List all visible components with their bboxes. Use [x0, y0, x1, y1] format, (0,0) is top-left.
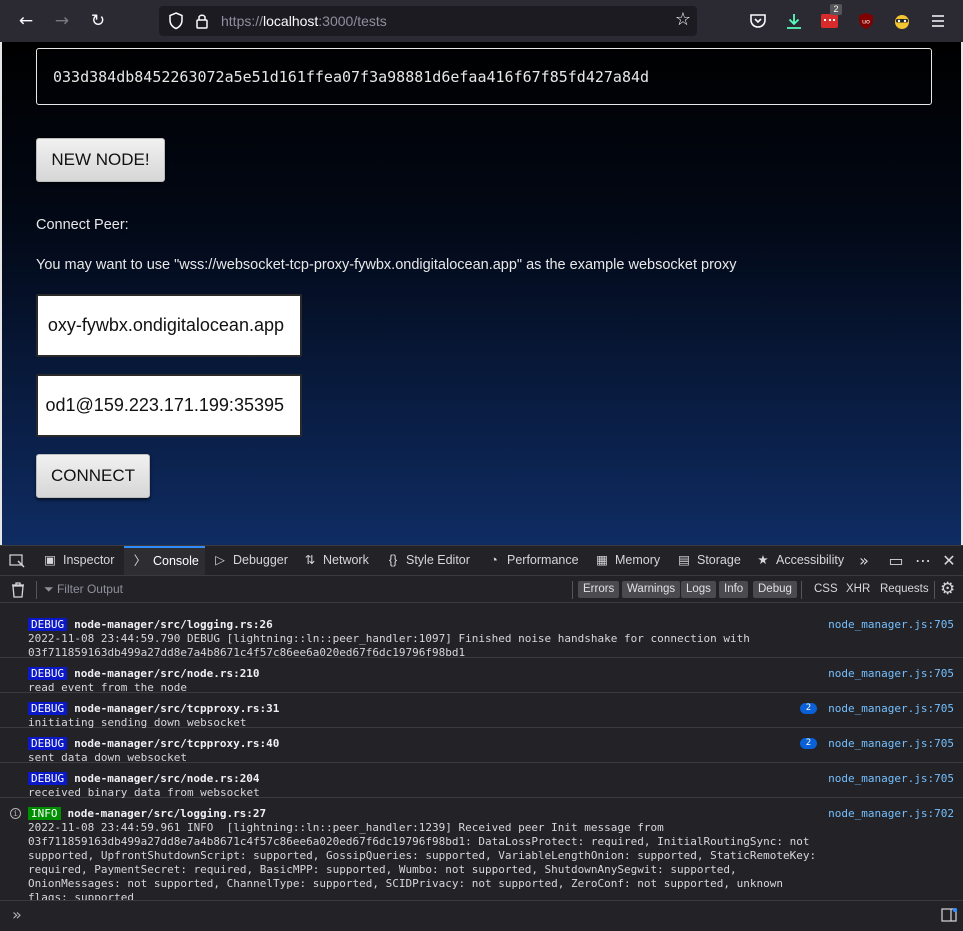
- console-message: i INFO node-manager/src/logging.rs:27 202…: [0, 798, 963, 900]
- console-message: DEBUG node-manager/src/node.rs:204 receiv…: [0, 763, 963, 799]
- proxy-url-input[interactable]: oxy-fywbx.ondigitalocean.app: [36, 294, 302, 357]
- address-bar[interactable]: https://localhost:3000/tests ☆: [159, 6, 697, 36]
- node-pubkey-display: 033d384db8452263072a5e51d161ffea07f3a988…: [36, 48, 932, 105]
- filter-placeholder: Filter Output: [56, 582, 123, 596]
- url-text: https://localhost:3000/tests: [221, 13, 387, 29]
- tab-style-editor[interactable]: {} Style Editor: [385, 546, 470, 576]
- prompt-chevron-icon: »: [12, 905, 22, 924]
- message-location-link[interactable]: node_manager.js:705: [828, 618, 954, 631]
- message-text: 2022-11-08 23:44:59.790 DEBUG [lightning…: [28, 632, 750, 659]
- svg-text:uo: uo: [862, 18, 870, 26]
- message-source: node-manager/src/logging.rs:27: [67, 807, 267, 820]
- console-icon: 〉: [133, 554, 147, 568]
- log-level-badge: DEBUG: [28, 737, 68, 750]
- options-menu-icon[interactable]: ⋯: [912, 546, 934, 576]
- page-viewport: 033d384db8452263072a5e51d161ffea07f3a988…: [0, 42, 963, 545]
- filter-xhr-toggle[interactable]: XHR: [846, 581, 870, 598]
- message-source: node-manager/src/node.rs:210: [74, 667, 260, 680]
- tab-accessibility[interactable]: ★ Accessibility: [755, 546, 844, 576]
- log-level-badge: DEBUG: [28, 772, 68, 785]
- shield-icon[interactable]: [167, 11, 185, 31]
- tab-debugger[interactable]: ▷ Debugger: [212, 546, 288, 576]
- message-source: node-manager/src/tcpproxy.rs:40: [74, 737, 280, 750]
- message-source: node-manager/src/tcpproxy.rs:31: [74, 702, 280, 715]
- repeat-count-badge: 2: [800, 703, 817, 714]
- console-filter-bar: ⏷ Filter Output Errors Warnings Logs Inf…: [0, 575, 963, 603]
- console-message: DEBUG node-manager/src/node.rs:210 read e…: [0, 658, 963, 694]
- log-level-badge: INFO: [28, 807, 61, 820]
- pick-element-icon[interactable]: [9, 554, 25, 568]
- sidebar-toggle-icon[interactable]: [941, 908, 957, 922]
- lock-icon[interactable]: [193, 11, 211, 31]
- tab-console[interactable]: 〉 Console: [124, 546, 205, 576]
- more-tabs-icon[interactable]: »: [853, 546, 875, 576]
- filter-output-input[interactable]: ⏷ Filter Output: [44, 582, 123, 597]
- peer-address-input[interactable]: od1@159.223.171.199:35395: [36, 374, 302, 437]
- storage-icon: ▤: [678, 553, 690, 567]
- message-location-link[interactable]: node_manager.js:705: [828, 772, 954, 785]
- filter-errors-toggle[interactable]: Errors: [578, 581, 620, 598]
- info-icon: i: [10, 808, 21, 819]
- download-icon[interactable]: [784, 11, 804, 31]
- console-message: DEBUG node-manager/src/logging.rs:26 2022…: [0, 609, 963, 659]
- message-location-link[interactable]: node_manager.js:702: [828, 807, 954, 820]
- filter-icon: ⏷: [44, 582, 54, 596]
- proxy-url-value: oxy-fywbx.ondigitalocean.app: [47, 315, 284, 335]
- pocket-icon[interactable]: [748, 11, 768, 31]
- console-message: DEBUG node-manager/src/tcpproxy.rs:40 sen…: [0, 728, 963, 764]
- style-editor-icon: {}: [388, 553, 398, 567]
- browser-toolbar: ← → ↻ https://localhost:3000/tests ☆ 2 u…: [0, 0, 963, 42]
- log-level-badge: DEBUG: [28, 702, 68, 715]
- ublock-icon[interactable]: uo: [856, 11, 876, 31]
- debugger-icon: ▷: [215, 553, 225, 567]
- message-text: 2022-11-08 23:44:59.961 INFO [lightning:…: [28, 821, 817, 900]
- star-icon[interactable]: ☆: [675, 9, 691, 30]
- console-message: DEBUG node-manager/src/tcpproxy.rs:31 ini…: [0, 693, 963, 729]
- tab-inspector[interactable]: ▣ Inspector: [42, 546, 114, 576]
- close-devtools-icon[interactable]: ✕: [938, 546, 960, 576]
- tab-storage[interactable]: ▤ Storage: [676, 546, 741, 576]
- privacy-icon[interactable]: [892, 11, 912, 31]
- proxy-hint-text: You may want to use "wss://websocket-tcp…: [36, 257, 737, 273]
- responsive-design-icon[interactable]: ▭: [885, 546, 907, 576]
- filter-requests-toggle[interactable]: Requests: [880, 581, 929, 598]
- new-node-button[interactable]: NEW NODE!: [36, 138, 165, 182]
- memory-icon: ▦: [596, 553, 608, 567]
- console-input[interactable]: »: [0, 900, 963, 931]
- accessibility-icon: ★: [757, 553, 769, 567]
- message-location-link[interactable]: node_manager.js:705: [828, 702, 954, 715]
- console-settings-gear-icon[interactable]: ⚙: [940, 579, 955, 599]
- performance-icon: ◔: [490, 553, 498, 567]
- tab-network[interactable]: ⇅ Network: [302, 546, 369, 576]
- repeat-count-badge: 2: [800, 738, 817, 749]
- forward-icon[interactable]: →: [49, 8, 75, 34]
- console-output: DEBUG node-manager/src/logging.rs:26 2022…: [0, 603, 963, 900]
- filter-warnings-toggle[interactable]: Warnings: [622, 581, 681, 598]
- message-source: node-manager/src/logging.rs:26: [74, 618, 273, 631]
- menu-icon[interactable]: [928, 11, 948, 31]
- log-level-badge: DEBUG: [28, 618, 68, 631]
- log-level-badge: DEBUG: [28, 667, 68, 680]
- message-location-link[interactable]: node_manager.js:705: [828, 667, 954, 680]
- filter-debug-toggle[interactable]: Debug: [753, 581, 797, 598]
- inspector-icon: ▣: [44, 553, 56, 567]
- connect-peer-label: Connect Peer:: [36, 217, 129, 233]
- filter-logs-toggle[interactable]: Logs: [681, 581, 716, 598]
- message-source: node-manager/src/node.rs:204: [74, 772, 260, 785]
- network-icon: ⇅: [304, 553, 316, 567]
- trash-icon[interactable]: [10, 581, 26, 599]
- filter-css-toggle[interactable]: CSS: [814, 581, 838, 598]
- filter-info-toggle[interactable]: Info: [719, 581, 749, 598]
- message-location-link[interactable]: node_manager.js:705: [828, 737, 954, 750]
- extension-icon[interactable]: 2: [820, 4, 842, 31]
- tab-performance[interactable]: ◔ Performance: [486, 546, 578, 576]
- reload-icon[interactable]: ↻: [85, 8, 111, 34]
- extension-badge-count: 2: [830, 4, 842, 15]
- tab-memory[interactable]: ▦ Memory: [594, 546, 660, 576]
- connect-button[interactable]: CONNECT: [36, 454, 150, 498]
- devtools-tabbar: ▣ Inspector 〉 Console ▷ Debugger ⇅ Network {…: [0, 545, 963, 576]
- peer-address-value: od1@159.223.171.199:35395: [45, 395, 285, 415]
- back-icon[interactable]: ←: [13, 8, 39, 34]
